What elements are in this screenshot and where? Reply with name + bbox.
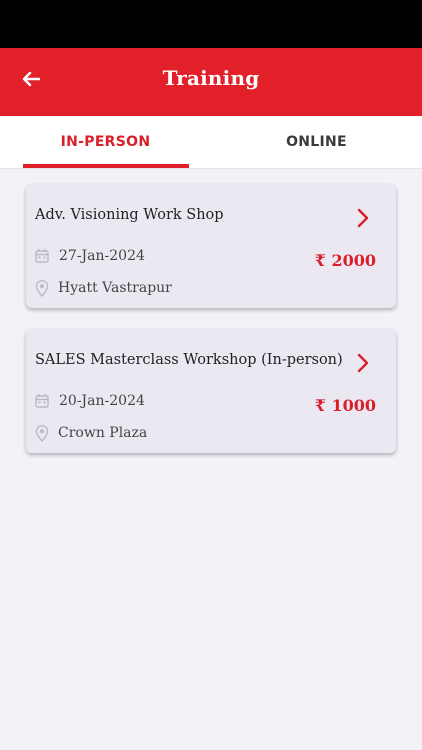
training-venue: Crown Plaza: [58, 425, 148, 441]
status-bar: [0, 0, 422, 48]
training-date-row: 20-Jan-2024: [35, 393, 145, 409]
training-venue: Hyatt Vastrapur: [58, 280, 172, 296]
chevron-right-icon[interactable]: [356, 353, 370, 373]
training-title: Adv. Visioning Work Shop: [35, 207, 224, 223]
chevron-right-icon[interactable]: [356, 208, 370, 228]
tab-bar: IN-PERSON ONLINE: [0, 116, 422, 169]
training-venue-row: Hyatt Vastrapur: [35, 280, 172, 297]
training-date: 27-Jan-2024: [59, 248, 145, 264]
training-date-row: 27-Jan-2024: [35, 248, 145, 264]
tab-in-person[interactable]: IN-PERSON: [0, 116, 211, 168]
training-price: ₹ 1000: [314, 396, 376, 415]
training-date: 20-Jan-2024: [59, 393, 145, 409]
tab-indicator: [23, 164, 189, 168]
training-title: SALES Masterclass Workshop (In-person): [35, 352, 343, 368]
training-price: ₹ 2000: [314, 251, 376, 270]
calendar-icon: [35, 248, 49, 264]
app-bar: Training: [0, 48, 422, 116]
page-title: Training: [162, 66, 260, 90]
calendar-icon: [35, 393, 49, 409]
training-card[interactable]: SALES Masterclass Workshop (In-person) 2…: [26, 329, 396, 453]
training-card[interactable]: Adv. Visioning Work Shop 27-Jan-2024 ₹ 2…: [26, 184, 396, 308]
location-pin-icon: [35, 280, 49, 297]
location-pin-icon: [35, 425, 49, 442]
tab-online[interactable]: ONLINE: [211, 116, 422, 168]
training-venue-row: Crown Plaza: [35, 425, 148, 442]
